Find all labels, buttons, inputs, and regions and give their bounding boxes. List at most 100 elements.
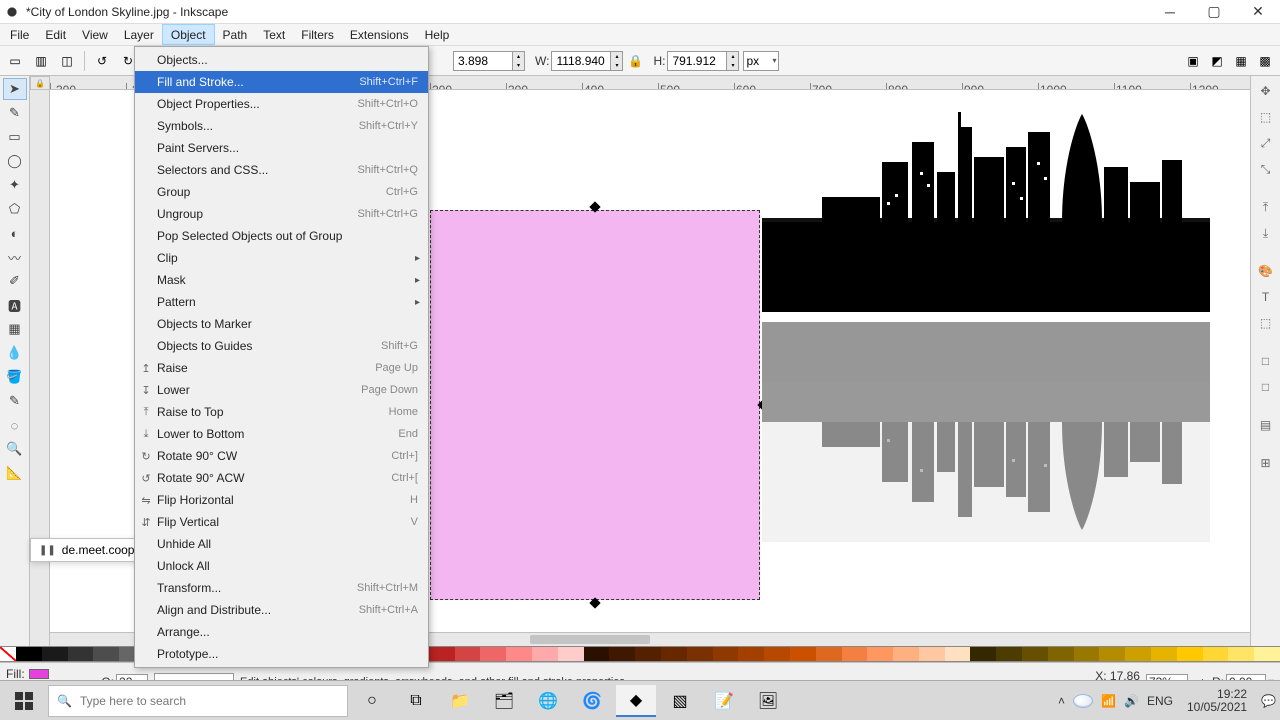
palette-swatch[interactable] [1228, 647, 1254, 661]
palette-swatch[interactable] [713, 647, 739, 661]
palette-swatch[interactable] [1151, 647, 1177, 661]
palette-swatch[interactable] [919, 647, 945, 661]
tob-invert-icon[interactable]: ◫ [56, 50, 78, 72]
snap-button-6[interactable]: ⤓ [1255, 222, 1277, 244]
palette-swatch[interactable] [867, 647, 893, 661]
palette-swatch[interactable] [584, 647, 610, 661]
tray-language-icon[interactable]: ENG [1147, 694, 1173, 708]
fill-swatch[interactable] [29, 669, 49, 679]
spin-down-icon[interactable]: ▾ [610, 61, 622, 70]
system-tray[interactable]: ˄ 📶 🔊 ENG 19:22 10/05/2021 💬 [1058, 688, 1276, 714]
unit-dropdown[interactable]: px [743, 51, 779, 71]
snap-button-9[interactable]: T [1255, 286, 1277, 308]
menu-item-fill-and-stroke[interactable]: Fill and Stroke...Shift+Ctrl+F [135, 71, 428, 93]
palette-swatch[interactable] [16, 647, 42, 661]
palette-swatch[interactable] [93, 647, 119, 661]
palette-swatch[interactable] [816, 647, 842, 661]
palette-swatch[interactable] [1254, 647, 1280, 661]
palette-swatch[interactable] [1022, 647, 1048, 661]
resize-handle-bottom[interactable] [589, 597, 600, 608]
snap-button-3[interactable]: ⤡ [1255, 158, 1277, 180]
taskbar-photos-icon[interactable]: 🖼 [748, 685, 788, 717]
tool-8[interactable]: ✐ [3, 270, 27, 292]
menu-item-transform[interactable]: Transform...Shift+Ctrl+M [135, 577, 428, 599]
palette-swatch[interactable] [970, 647, 996, 661]
menu-item-rotate-90-acw[interactable]: ↺Rotate 90° ACWCtrl+[ [135, 467, 428, 489]
spin-up-icon[interactable]: ▴ [512, 52, 524, 61]
maximize-button[interactable]: ▢ [1196, 2, 1232, 22]
taskbar-search[interactable]: 🔍 Type here to search [48, 685, 348, 717]
menu-text[interactable]: Text [255, 24, 293, 45]
snap-button-8[interactable]: 🎨 [1255, 260, 1277, 282]
menu-item-flip-vertical[interactable]: ⇵Flip VerticalV [135, 511, 428, 533]
tob-scale-stroke-icon[interactable]: ▣ [1182, 50, 1204, 72]
snap-button-0[interactable]: ✥ [1255, 80, 1277, 102]
menu-layer[interactable]: Layer [116, 24, 162, 45]
menu-item-ungroup[interactable]: UngroupShift+Ctrl+G [135, 203, 428, 225]
tray-notifications-icon[interactable]: 💬 [1261, 694, 1276, 708]
palette-swatch[interactable] [609, 647, 635, 661]
menu-item-raise[interactable]: ↥RaisePage Up [135, 357, 428, 379]
menu-item-selectors-and-css[interactable]: Selectors and CSS...Shift+Ctrl+Q [135, 159, 428, 181]
palette-swatch[interactable] [68, 647, 94, 661]
tob-move-patterns-icon[interactable]: ▩ [1254, 50, 1276, 72]
palette-swatch[interactable] [1099, 647, 1125, 661]
tool-9[interactable]: 🅰 [3, 294, 27, 316]
taskbar-app-1[interactable]: ⧉ [396, 685, 436, 717]
tool-14[interactable]: ◌ [3, 414, 27, 436]
menu-filters[interactable]: Filters [293, 24, 342, 45]
tray-chevron-icon[interactable]: ˄ [1058, 694, 1065, 708]
scrollbar-thumb[interactable] [530, 635, 650, 644]
snap-button-12[interactable]: □ [1255, 350, 1277, 372]
tool-15[interactable]: 🔍 [3, 438, 27, 460]
taskbar-explorer-icon[interactable]: 📁 [440, 685, 480, 717]
palette-swatch[interactable] [893, 647, 919, 661]
menu-file[interactable]: File [2, 24, 37, 45]
tool-11[interactable]: 💧 [3, 342, 27, 364]
palette-swatch[interactable] [635, 647, 661, 661]
menu-item-objects[interactable]: Objects... [135, 49, 428, 71]
palette-swatch[interactable] [764, 647, 790, 661]
menu-item-flip-horizontal[interactable]: ⇋Flip HorizontalH [135, 489, 428, 511]
tray-weather-icon[interactable] [1073, 694, 1093, 708]
taskbar-edge-icon[interactable]: 🌀 [572, 685, 612, 717]
palette-swatch[interactable] [532, 647, 558, 661]
spin-up-icon[interactable]: ▴ [610, 52, 622, 61]
menu-item-objects-to-marker[interactable]: Objects to Marker [135, 313, 428, 335]
menu-help[interactable]: Help [417, 24, 458, 45]
lock-aspect-icon[interactable]: 🔒 [627, 54, 643, 68]
menu-item-unhide-all[interactable]: Unhide All [135, 533, 428, 555]
menu-item-pattern[interactable]: Pattern▸ [135, 291, 428, 313]
menu-item-unlock-all[interactable]: Unlock All [135, 555, 428, 577]
palette-swatch[interactable] [506, 647, 532, 661]
palette-swatch[interactable] [687, 647, 713, 661]
menu-item-prototype[interactable]: Prototype... [135, 643, 428, 665]
menu-item-lower-to-bottom[interactable]: ⤓Lower to BottomEnd [135, 423, 428, 445]
palette-swatch[interactable] [42, 647, 68, 661]
palette-swatch[interactable] [1203, 647, 1229, 661]
menu-item-pop-selected-objects-out-of-group[interactable]: Pop Selected Objects out of Group [135, 225, 428, 247]
palette-swatch[interactable] [1177, 647, 1203, 661]
selected-rectangle[interactable] [430, 210, 760, 600]
tray-wifi-icon[interactable]: 📶 [1101, 694, 1116, 708]
taskbar-app-purple-icon[interactable]: ▧ [660, 685, 700, 717]
taskbar-folder-icon[interactable]: 🗂 [484, 685, 524, 717]
menu-item-arrange[interactable]: Arrange... [135, 621, 428, 643]
palette-none-swatch[interactable] [0, 647, 16, 661]
palette-swatch[interactable] [1125, 647, 1151, 661]
menu-item-raise-to-top[interactable]: ⤒Raise to TopHome [135, 401, 428, 423]
tob-layers-icon[interactable]: ▥ [30, 50, 52, 72]
palette-swatch[interactable] [738, 647, 764, 661]
tob-rotate-ccw-icon[interactable]: ↺ [91, 50, 113, 72]
snap-button-13[interactable]: □ [1255, 376, 1277, 398]
menu-item-object-properties[interactable]: Object Properties...Shift+Ctrl+O [135, 93, 428, 115]
menu-item-objects-to-guides[interactable]: Objects to GuidesShift+G [135, 335, 428, 357]
tob-select-all-icon[interactable]: ▭ [4, 50, 26, 72]
taskview-icon[interactable]: ○ [352, 685, 392, 717]
tool-16[interactable]: 📐 [3, 462, 27, 484]
menu-item-symbols[interactable]: Symbols...Shift+Ctrl+Y [135, 115, 428, 137]
taskbar-inkscape-icon[interactable]: ◆ [616, 685, 656, 717]
snap-button-2[interactable]: ⤢ [1255, 132, 1277, 154]
menu-edit[interactable]: Edit [37, 24, 74, 45]
menu-item-lower[interactable]: ↧LowerPage Down [135, 379, 428, 401]
